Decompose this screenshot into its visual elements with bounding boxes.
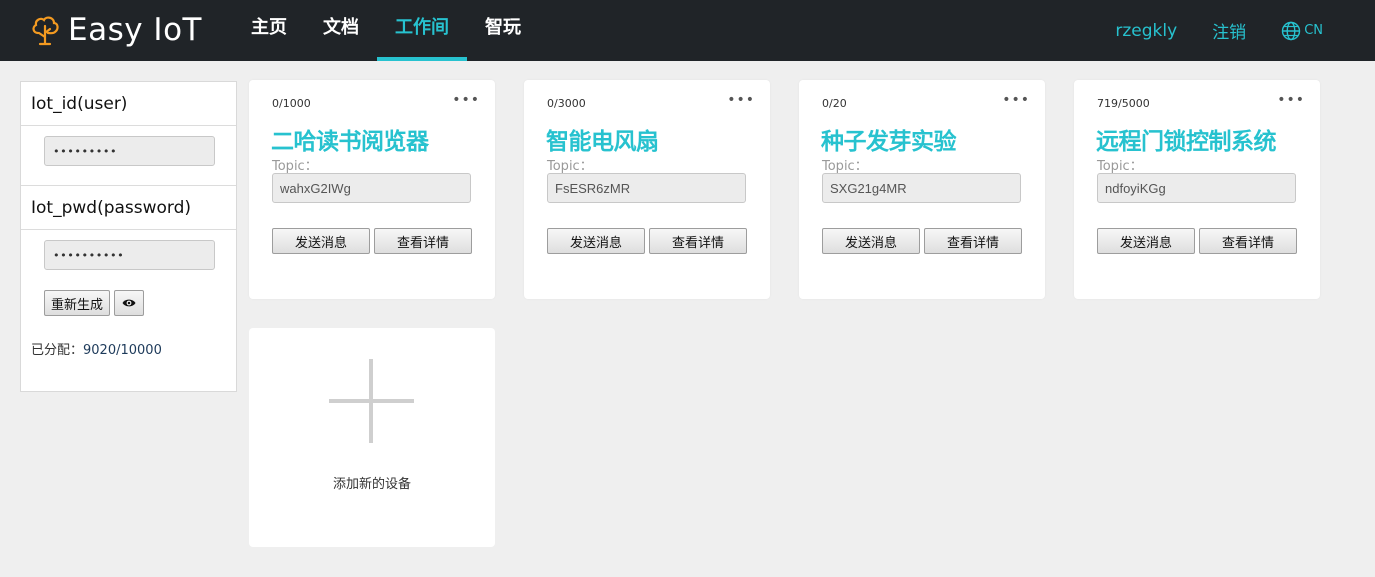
topic-label: Topic： [822, 159, 868, 174]
view-details-button[interactable]: 查看详情 [649, 228, 747, 254]
more-menu-icon[interactable]: ••• [1277, 92, 1305, 108]
iot-pwd-field[interactable] [44, 240, 215, 270]
message-count: 719/5000 [1097, 97, 1150, 110]
device-card: 0/20 ••• 种子发芽实验 Topic： 发送消息 查看详情 [799, 80, 1045, 299]
main-nav: 主页 文档 工作间 智玩 [233, 0, 539, 61]
device-name: 二哈读书阅览器 [271, 129, 429, 155]
allocated-label: 已分配： [31, 343, 84, 358]
topic-field[interactable] [1097, 173, 1296, 203]
view-details-button[interactable]: 查看详情 [924, 228, 1022, 254]
card-actions: 发送消息 查看详情 [1097, 228, 1301, 254]
nav-docs[interactable]: 文档 [305, 0, 377, 61]
device-name: 智能电风扇 [546, 129, 659, 155]
topic-field[interactable] [547, 173, 746, 203]
credential-actions: 重新生成 [21, 290, 236, 316]
send-message-button[interactable]: 发送消息 [547, 228, 645, 254]
card-actions: 发送消息 查看详情 [822, 228, 1026, 254]
globe-icon [1281, 21, 1301, 40]
language-label: CN [1304, 23, 1323, 38]
send-message-button[interactable]: 发送消息 [822, 228, 920, 254]
send-message-button[interactable]: 发送消息 [272, 228, 370, 254]
top-navbar: Easy IoT 主页 文档 工作间 智玩 rzegkly 注销 CN [0, 0, 1375, 61]
message-count: 0/3000 [547, 97, 586, 110]
view-details-button[interactable]: 查看详情 [374, 228, 472, 254]
logout-link[interactable]: 注销 [1212, 18, 1246, 43]
iot-id-title: Iot_id(user) [21, 82, 236, 126]
topic-label: Topic： [272, 159, 318, 174]
more-menu-icon[interactable]: ••• [452, 92, 480, 108]
device-name: 远程门锁控制系统 [1096, 129, 1277, 155]
view-details-button[interactable]: 查看详情 [1199, 228, 1297, 254]
iot-id-field[interactable] [44, 136, 215, 166]
allocated-quota: 已分配：9020/10000 [21, 316, 236, 358]
card-actions: 发送消息 查看详情 [272, 228, 476, 254]
add-device-card[interactable]: 添加新的设备 [249, 328, 495, 547]
brand-logo[interactable]: Easy IoT [30, 10, 202, 50]
topic-field[interactable] [822, 173, 1021, 203]
topic-label: Topic： [1097, 159, 1143, 174]
user-area: rzegkly 注销 CN [1115, 0, 1375, 61]
topic-label: Topic： [547, 159, 593, 174]
more-menu-icon[interactable]: ••• [1002, 92, 1030, 108]
more-menu-icon[interactable]: ••• [727, 92, 755, 108]
send-message-button[interactable]: 发送消息 [1097, 228, 1195, 254]
show-password-button[interactable] [114, 290, 145, 316]
regenerate-button[interactable]: 重新生成 [44, 290, 111, 316]
language-switch[interactable]: CN [1281, 21, 1323, 41]
card-actions: 发送消息 查看详情 [547, 228, 751, 254]
username-link[interactable]: rzegkly [1115, 21, 1177, 41]
allocated-value: 9020/10000 [83, 343, 162, 358]
iot-id-row [21, 126, 236, 186]
cloud-tree-icon [32, 16, 59, 46]
eye-icon [122, 299, 136, 307]
device-card: 719/5000 ••• 远程门锁控制系统 Topic： 发送消息 查看详情 [1074, 80, 1320, 299]
device-name: 种子发芽实验 [821, 129, 957, 155]
brand-name: Easy IoT [68, 12, 202, 48]
credentials-panel: Iot_id(user) Iot_pwd(password) 重新生成 已分配：… [20, 81, 237, 392]
nav-play[interactable]: 智玩 [467, 0, 539, 61]
iot-pwd-title: Iot_pwd(password) [21, 186, 236, 230]
iot-pwd-row [21, 230, 236, 270]
nav-workspace[interactable]: 工作间 [377, 0, 467, 61]
add-device-label: 添加新的设备 [332, 477, 411, 492]
message-count: 0/20 [822, 97, 847, 110]
nav-home[interactable]: 主页 [233, 0, 305, 61]
device-card: 0/3000 ••• 智能电风扇 Topic： 发送消息 查看详情 [524, 80, 770, 299]
topic-field[interactable] [272, 173, 471, 203]
message-count: 0/1000 [272, 97, 311, 110]
device-card: 0/1000 ••• 二哈读书阅览器 Topic： 发送消息 查看详情 [249, 80, 495, 299]
